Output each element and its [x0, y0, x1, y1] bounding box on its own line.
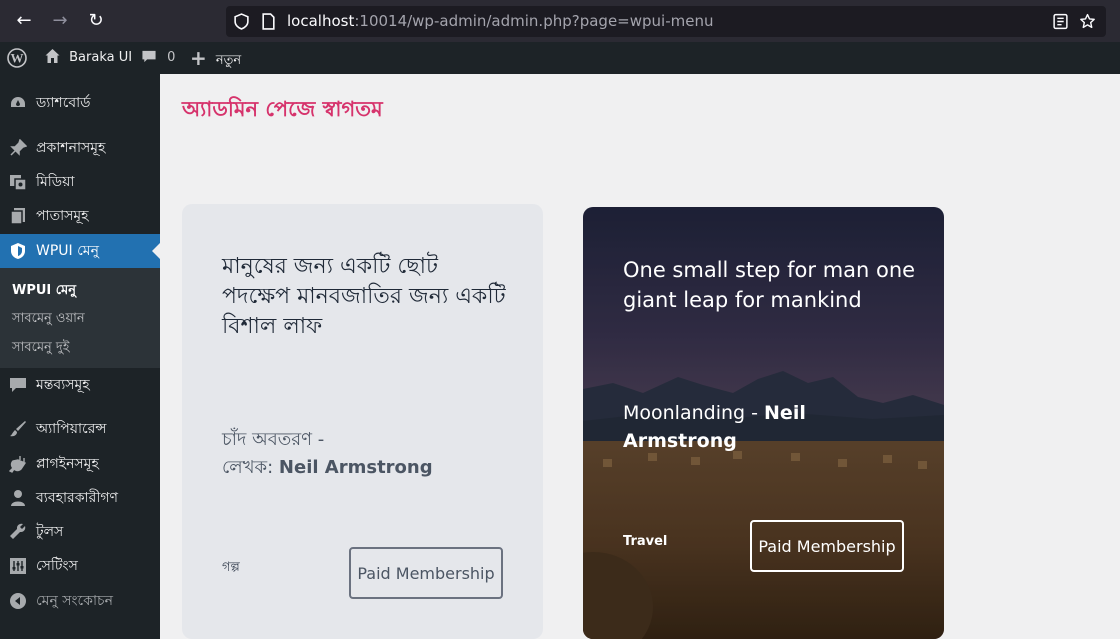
quote-card-image: One small step for man one giant leap fo… [583, 207, 944, 639]
wpui-submenu: WPUI মেনু সাবমেনু ওয়ান সাবমেনু দুই [0, 268, 160, 368]
shield-icon [11, 243, 25, 259]
comments-link[interactable]: 0 [141, 42, 175, 74]
submenu-two[interactable]: সাবমেনু দুই [12, 338, 70, 359]
forward-icon[interactable]: → [49, 10, 71, 32]
menu-plugins[interactable]: প্লাগইনসমূহ [0, 447, 160, 481]
new-label: নতুন [215, 53, 242, 68]
menu-comments[interactable]: মন্তব্যসমূহ [0, 368, 160, 402]
card-source: Moonlanding - Neil Armstrong [623, 402, 806, 452]
pages-icon [10, 208, 25, 225]
media-icon [10, 175, 27, 191]
card-quote: One small step for man one giant leap fo… [623, 258, 916, 312]
paid-membership-button[interactable]: Paid Membership [349, 547, 503, 599]
page-icon[interactable] [260, 13, 277, 30]
menu-posts[interactable]: প্রকাশনাসমূহ [0, 131, 160, 165]
author-name: Neil Armstrong [278, 457, 433, 478]
wrench-icon [10, 523, 26, 539]
reload-icon[interactable]: ↻ [85, 10, 107, 32]
brush-icon [10, 421, 26, 437]
card-source: চাঁদ অবতরণ - লেখক: Neil Armstrong [222, 426, 433, 482]
quote-card-light: মানুষের জন্য একটি ছোট পদক্ষেপ মানবজাতির … [182, 204, 543, 639]
shield-icon[interactable] [233, 13, 250, 30]
page-title: অ্যাডমিন পেজে স্বাগতম [182, 97, 383, 121]
menu-collapse[interactable]: মেনু সংকোচন [0, 584, 160, 618]
card-tag[interactable]: Travel [623, 534, 667, 549]
author-line: লেখক: Neil Armstrong [222, 457, 433, 478]
comment-icon [10, 378, 26, 392]
new-content-link[interactable]: + নতুন [190, 42, 241, 74]
menu-tools[interactable]: টুলস [0, 515, 160, 549]
comment-icon [142, 50, 156, 63]
card-quote: মানুষের জন্য একটি ছোট পদক্ষেপ মানবজাতির … [222, 254, 506, 339]
svg-text:W: W [11, 51, 24, 66]
address-bar[interactable]: localhost:10014/wp-admin/admin.php?page=… [226, 6, 1106, 37]
bookmark-star-icon[interactable] [1079, 13, 1096, 30]
collapse-icon [10, 593, 26, 609]
wordpress-logo-icon[interactable]: W [7, 42, 27, 74]
plugin-icon [9, 456, 27, 473]
wp-admin-bar: W Baraka UI 0 + নতুন [0, 42, 1120, 74]
back-icon[interactable]: ← [13, 10, 35, 32]
submenu-wpui[interactable]: WPUI মেনু [12, 281, 76, 302]
home-icon [45, 49, 60, 63]
plus-icon: + [190, 46, 207, 70]
menu-wpui[interactable]: WPUI মেনু [0, 234, 160, 268]
reader-view-icon[interactable] [1052, 13, 1069, 30]
card-tag[interactable]: গল্প [222, 558, 240, 579]
menu-appearance[interactable]: অ্যাপিয়ারেন্স [0, 412, 160, 446]
comments-count: 0 [167, 50, 176, 65]
menu-dashboard[interactable]: ড্যাশবোর্ড [0, 86, 160, 120]
admin-sidebar: ড্যাশবোর্ড প্রকাশনাসমূহ মিডিয়া পাতাসমূহ… [0, 74, 160, 639]
site-name: Baraka UI [69, 50, 133, 65]
menu-pages[interactable]: পাতাসমূহ [0, 199, 160, 233]
submenu-one[interactable]: সাবমেনু ওয়ান [12, 309, 85, 330]
browser-toolbar: ← → ↻ localhost:10014/wp-admin/admin.php… [0, 0, 1120, 42]
settings-icon [10, 558, 26, 574]
source-line: চাঁদ অবতরণ - [222, 429, 325, 450]
pushpin-icon [10, 139, 27, 156]
site-name-link[interactable]: Baraka UI [44, 42, 132, 74]
paid-membership-button[interactable]: Paid Membership [750, 520, 904, 572]
users-icon [11, 490, 25, 506]
menu-media[interactable]: মিডিয়া [0, 165, 160, 199]
dashboard-icon [11, 97, 25, 107]
url-text: localhost:10014/wp-admin/admin.php?page=… [287, 12, 714, 30]
menu-users[interactable]: ব্যবহারকারীগণ [0, 481, 160, 515]
menu-settings[interactable]: সেটিংস [0, 549, 160, 583]
